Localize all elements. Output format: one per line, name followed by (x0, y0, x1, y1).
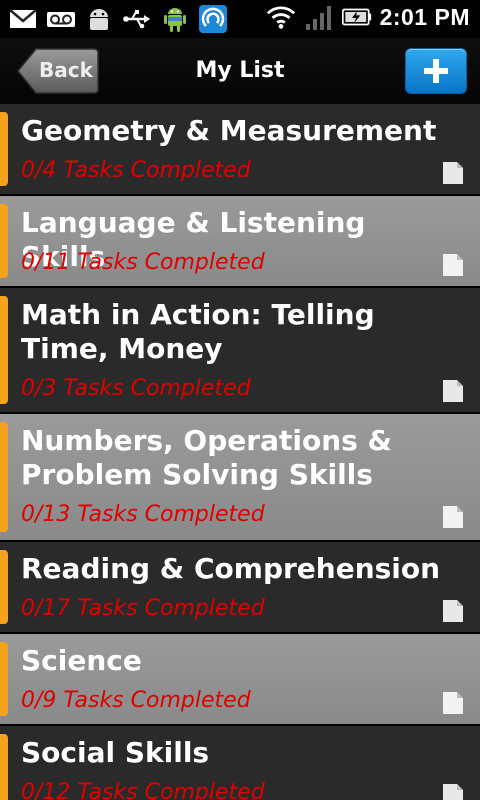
usb-icon (122, 4, 152, 34)
category-list: Geometry & Measurement 0/4 Tasks Complet… (0, 104, 480, 800)
item-title: Geometry & Measurement (21, 114, 437, 147)
clock: 2:01 PM (379, 3, 470, 30)
item-accent-bar (0, 642, 8, 716)
document-icon (443, 162, 463, 184)
notification-icons (8, 4, 228, 34)
document-icon (443, 692, 463, 714)
back-button-label: Back (39, 58, 93, 82)
item-accent-bar (0, 296, 8, 404)
item-title: Science (21, 644, 142, 677)
signal-icon (304, 2, 334, 32)
item-title: Math in Action: Telling Time, Money (21, 298, 375, 365)
list-item[interactable]: Social Skills 0/12 Tasks Completed (0, 726, 480, 800)
page-title: My List (195, 58, 285, 83)
item-status: 0/4 Tasks Completed (21, 158, 251, 183)
item-accent-bar (0, 550, 8, 624)
document-icon (443, 380, 463, 402)
item-accent-bar (0, 112, 8, 186)
document-icon (443, 600, 463, 622)
item-accent-bar (0, 422, 8, 532)
list-item[interactable]: Geometry & Measurement 0/4 Tasks Complet… (0, 104, 480, 196)
list-item[interactable]: Language & Listening Skills 0/11 Tasks C… (0, 196, 480, 288)
android-mascot-icon (160, 4, 190, 34)
android-debug-icon (84, 4, 114, 34)
document-icon (443, 254, 463, 276)
voicemail-icon (46, 4, 76, 34)
item-accent-bar (0, 734, 8, 800)
item-title: Numbers, Operations & Problem Solving Sk… (21, 424, 392, 491)
item-title: Social Skills (21, 736, 210, 769)
item-status: 0/3 Tasks Completed (21, 376, 251, 401)
item-status: 0/17 Tasks Completed (21, 596, 265, 621)
list-item[interactable]: Reading & Comprehension 0/17 Tasks Compl… (0, 542, 480, 634)
app-notification-icon (198, 4, 228, 34)
document-icon (443, 506, 463, 528)
list-item[interactable]: Math in Action: Telling Time, Money 0/3 … (0, 288, 480, 414)
title-bar: Back My List (0, 38, 480, 104)
list-item[interactable]: Numbers, Operations & Problem Solving Sk… (0, 414, 480, 542)
item-accent-bar (0, 204, 8, 278)
document-icon (443, 784, 463, 800)
status-bar: 2:01 PM (0, 0, 480, 38)
battery-charging-icon (341, 2, 372, 32)
item-status: 0/9 Tasks Completed (21, 688, 251, 713)
back-button[interactable]: Back (16, 47, 100, 95)
gmail-icon (8, 4, 38, 34)
list-item[interactable]: Science 0/9 Tasks Completed (0, 634, 480, 726)
item-status: 0/13 Tasks Completed (21, 502, 265, 527)
item-status: 0/11 Tasks Completed (21, 250, 265, 275)
item-title: Reading & Comprehension (21, 552, 441, 585)
wifi-icon (266, 2, 296, 32)
plus-icon (424, 59, 448, 83)
add-button[interactable] (405, 48, 467, 94)
item-status: 0/12 Tasks Completed (21, 780, 265, 800)
